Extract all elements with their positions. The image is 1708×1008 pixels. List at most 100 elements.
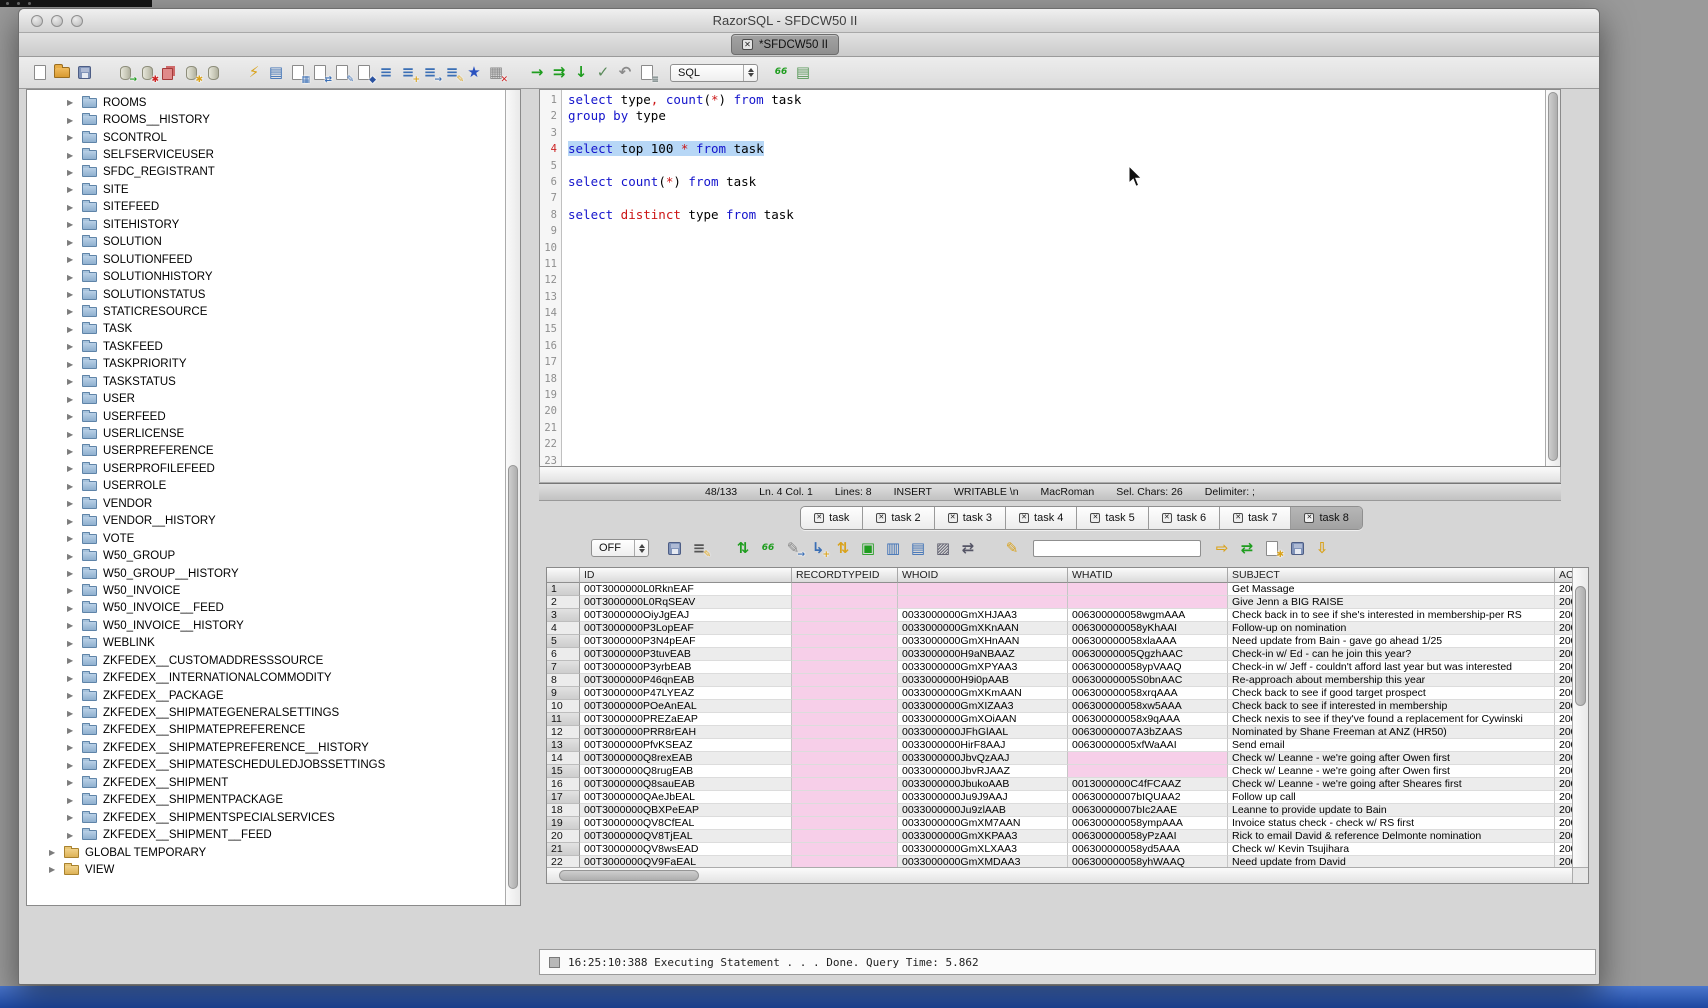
grid-cell[interactable]: Rick to email David & reference Delmonte…: [1228, 830, 1555, 843]
execute-fetch-icon[interactable]: ↓: [572, 63, 590, 83]
disclosure-triangle-icon[interactable]: ▶: [67, 325, 76, 334]
code-line[interactable]: [568, 338, 1545, 354]
disclosure-triangle-icon[interactable]: ▶: [67, 604, 76, 613]
grid-cell[interactable]: 00T3000000POeAnEAL: [580, 700, 792, 713]
grid-cell[interactable]: 006300000058yd5AAA: [1068, 843, 1228, 856]
grid-cell[interactable]: 006300000058x9qAAA: [1068, 713, 1228, 726]
grid-cell[interactable]: 200: [1555, 726, 1572, 739]
tree-item[interactable]: ▶STATICRESOURCE: [27, 303, 505, 320]
disclosure-triangle-icon[interactable]: ▶: [67, 377, 76, 386]
null-cell[interactable]: [792, 687, 898, 700]
grid-scrollbar[interactable]: [1572, 568, 1588, 867]
grid-cell[interactable]: 00T3000000P47LYEAZ: [580, 687, 792, 700]
code-line[interactable]: [568, 289, 1545, 305]
disclosure-triangle-icon[interactable]: ▶: [67, 674, 76, 683]
tree-item[interactable]: ▶ZKFEDEX__INTERNATIONALCOMMODITY: [27, 669, 505, 686]
tree-item[interactable]: ▶W50_INVOICE__HISTORY: [27, 617, 505, 634]
drop-table-icon[interactable]: ▦✕: [487, 63, 505, 83]
results-tab[interactable]: ✕task 2: [863, 507, 934, 529]
filter-table-icon[interactable]: ≡✎: [443, 63, 461, 83]
tree-item[interactable]: ▶VOTE: [27, 530, 505, 547]
null-cell[interactable]: [792, 843, 898, 856]
tree-scrollbar[interactable]: [505, 90, 520, 905]
code-line[interactable]: [568, 354, 1545, 370]
grid-cell[interactable]: 00T3000000PfvKSEAZ: [580, 739, 792, 752]
grid-cell[interactable]: 0033000000JbukoAAB: [898, 778, 1068, 791]
disclosure-triangle-icon[interactable]: ▶: [67, 517, 76, 526]
disclosure-triangle-icon[interactable]: ▶: [67, 203, 76, 212]
grid-hscrollbar-thumb[interactable]: [559, 870, 699, 881]
null-cell[interactable]: [792, 583, 898, 596]
tree-item[interactable]: ▶VENDOR__HISTORY: [27, 513, 505, 530]
grid-cell[interactable]: Leanne to provide update to Bain: [1228, 804, 1555, 817]
row-number-cell[interactable]: 4: [547, 622, 580, 635]
grid-cell[interactable]: 00T3000000PREZaEAP: [580, 713, 792, 726]
grid-cell[interactable]: 200: [1555, 843, 1572, 856]
grid-cell[interactable]: Send email: [1228, 739, 1555, 752]
tree-item[interactable]: ▶ZKFEDEX__SHIPMENTPACKAGE: [27, 792, 505, 809]
tree-item[interactable]: ▶USER: [27, 390, 505, 407]
grid-cell[interactable]: 0033000000H9aNBAAZ: [898, 648, 1068, 661]
grid-cell[interactable]: 006300000058xlaAAA: [1068, 635, 1228, 648]
null-cell[interactable]: [792, 791, 898, 804]
disclosure-triangle-icon[interactable]: ▶: [67, 639, 76, 648]
disclosure-triangle-icon[interactable]: ▶: [67, 726, 76, 735]
results-tab[interactable]: ✕task 5: [1077, 507, 1148, 529]
null-cell[interactable]: [792, 635, 898, 648]
column-header[interactable]: SUBJECT: [1228, 568, 1555, 583]
row-number-cell[interactable]: 12: [547, 726, 580, 739]
results-tab[interactable]: ✕task 3: [935, 507, 1006, 529]
grid-cell[interactable]: 00T3000000QAeJbEAL: [580, 791, 792, 804]
update-row-icon[interactable]: ≡→: [421, 63, 439, 83]
null-cell[interactable]: [792, 778, 898, 791]
disclosure-triangle-icon[interactable]: ▶: [67, 656, 76, 665]
row-number-cell[interactable]: 11: [547, 713, 580, 726]
grid-cell[interactable]: Follow-up on nomination: [1228, 622, 1555, 635]
tree-item[interactable]: ▶W50_GROUP__HISTORY: [27, 565, 505, 582]
grid-cell[interactable]: 200: [1555, 765, 1572, 778]
disclosure-triangle-icon[interactable]: ▶: [67, 709, 76, 718]
grid-cell[interactable]: 0033000000GmXPYAA3: [898, 661, 1068, 674]
disclosure-triangle-icon[interactable]: ▶: [67, 586, 76, 595]
grid-cell[interactable]: 00T3000000QBXPeEAP: [580, 804, 792, 817]
export-results-icon[interactable]: ⇄: [1238, 538, 1256, 558]
tree-item[interactable]: ▶TASKFEED: [27, 338, 505, 355]
tree-item[interactable]: ▶GLOBAL TEMPORARY: [27, 844, 505, 861]
grid-cell[interactable]: 00T3000000L0RknEAF: [580, 583, 792, 596]
grid-cell[interactable]: Check w/ Leanne - we're going after Shea…: [1228, 778, 1555, 791]
grid-cell[interactable]: 200: [1555, 674, 1572, 687]
code-line[interactable]: [568, 240, 1545, 256]
disclosure-triangle-icon[interactable]: ▶: [67, 151, 76, 160]
row-number-cell[interactable]: 9: [547, 687, 580, 700]
grid-cell[interactable]: 00T3000000Q8rexEAB: [580, 752, 792, 765]
disclosure-triangle-icon[interactable]: ▶: [67, 238, 76, 247]
grid-cell[interactable]: 200: [1555, 635, 1572, 648]
tree-item[interactable]: ▶SOLUTIONHISTORY: [27, 268, 505, 285]
grid-cell[interactable]: 0033000000GmXMDAA3: [898, 856, 1068, 867]
grid-cell[interactable]: 200: [1555, 830, 1572, 843]
disclosure-triangle-icon[interactable]: ▶: [67, 447, 76, 456]
code-line[interactable]: [568, 420, 1545, 436]
grid-cell[interactable]: 0033000000GmXKPAA3: [898, 830, 1068, 843]
null-cell[interactable]: [792, 765, 898, 778]
format-sql-icon[interactable]: 66: [772, 63, 790, 83]
grid-cell[interactable]: Check nexis to see if they've found a re…: [1228, 713, 1555, 726]
grid-cell[interactable]: 0033000000GmXKmAAN: [898, 687, 1068, 700]
grid-cell[interactable]: 200: [1555, 622, 1572, 635]
sql-code-area[interactable]: select type, count(*) from taskgroup by …: [562, 90, 1545, 466]
grid-cell[interactable]: 200: [1555, 596, 1572, 609]
grid-cell[interactable]: 006300000058yhWAAQ: [1068, 856, 1228, 867]
grid-cell[interactable]: 0033000000GmXLXAA3: [898, 843, 1068, 856]
tab-close-icon[interactable]: ✕: [1162, 513, 1172, 523]
database-icon[interactable]: [204, 63, 222, 83]
code-line[interactable]: [568, 387, 1545, 403]
disclosure-triangle-icon[interactable]: ▶: [67, 761, 76, 770]
null-cell[interactable]: [792, 817, 898, 830]
limit-select[interactable]: OFF: [591, 539, 649, 557]
sql-editor[interactable]: 1234567891011121314151617181920212223 se…: [539, 89, 1561, 467]
tree-item[interactable]: ▶SOLUTIONSTATUS: [27, 286, 505, 303]
grid-cell[interactable]: 0033000000JFhGlAAL: [898, 726, 1068, 739]
grid-cell[interactable]: 200: [1555, 583, 1572, 596]
disconnect-database-icon[interactable]: ✱: [138, 63, 156, 83]
tab-close-icon[interactable]: ✕: [1019, 513, 1029, 523]
